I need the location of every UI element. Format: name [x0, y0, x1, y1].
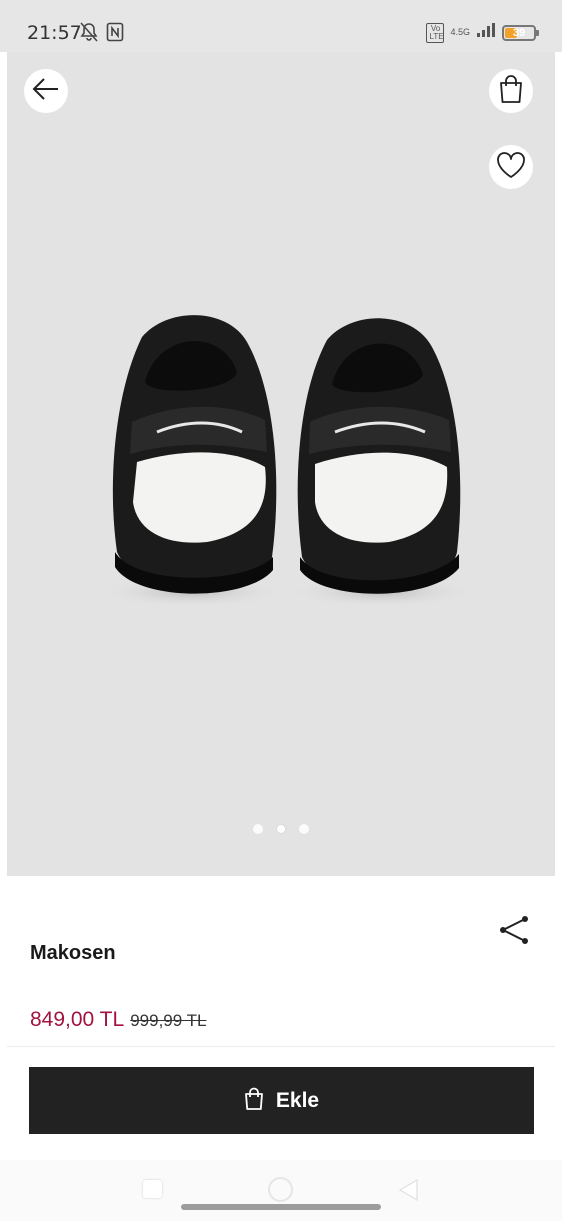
gesture-handle[interactable] — [181, 1204, 381, 1210]
battery-level: 39 — [512, 26, 526, 39]
triangle-back-icon — [397, 1178, 419, 1206]
heart-icon — [495, 150, 527, 185]
network-type: 4.5G — [450, 27, 470, 37]
shopping-bag-icon — [498, 74, 524, 109]
share-button[interactable] — [496, 912, 532, 948]
gallery-dot[interactable] — [276, 824, 286, 834]
system-back-button[interactable] — [397, 1178, 419, 1207]
volte-indicator: Vo LTE — [426, 22, 445, 43]
gallery-dot[interactable] — [253, 824, 263, 834]
current-price: 849,00 TL — [30, 1008, 125, 1031]
product-image-gallery[interactable] — [7, 52, 555, 876]
price-row: 849,00 TL 999,99 TL — [30, 1008, 206, 1032]
status-time: 21:57 — [27, 22, 82, 44]
gallery-pagination[interactable] — [7, 824, 555, 834]
arrow-left-icon — [31, 74, 61, 109]
product-name: Makosen — [30, 942, 116, 964]
product-photo — [97, 315, 477, 608]
favorite-button[interactable] — [489, 145, 533, 189]
system-navigation-bar — [0, 1160, 562, 1221]
home-button[interactable] — [268, 1177, 293, 1202]
divider — [7, 1046, 555, 1047]
status-bar: 21:57 Vo LTE 4.5G 39 — [0, 0, 562, 52]
status-system-icons: Vo LTE 4.5G 39 — [426, 22, 539, 43]
shopping-bag-icon — [244, 1087, 264, 1114]
recent-apps-button[interactable] — [143, 1180, 162, 1198]
cart-button[interactable] — [489, 69, 533, 113]
share-icon — [496, 916, 532, 952]
add-button-label: Ekle — [275, 1088, 320, 1112]
nfc-icon — [106, 22, 124, 47]
gallery-dot[interactable] — [299, 824, 309, 834]
add-to-cart-button[interactable]: Ekle — [29, 1067, 534, 1134]
original-price: 999,99 TL — [130, 1011, 207, 1030]
signal-icon — [476, 22, 496, 43]
bell-off-icon — [80, 22, 98, 47]
back-button[interactable] — [24, 69, 68, 113]
battery-icon: 39 — [502, 24, 539, 41]
status-notification-icons — [80, 22, 124, 47]
